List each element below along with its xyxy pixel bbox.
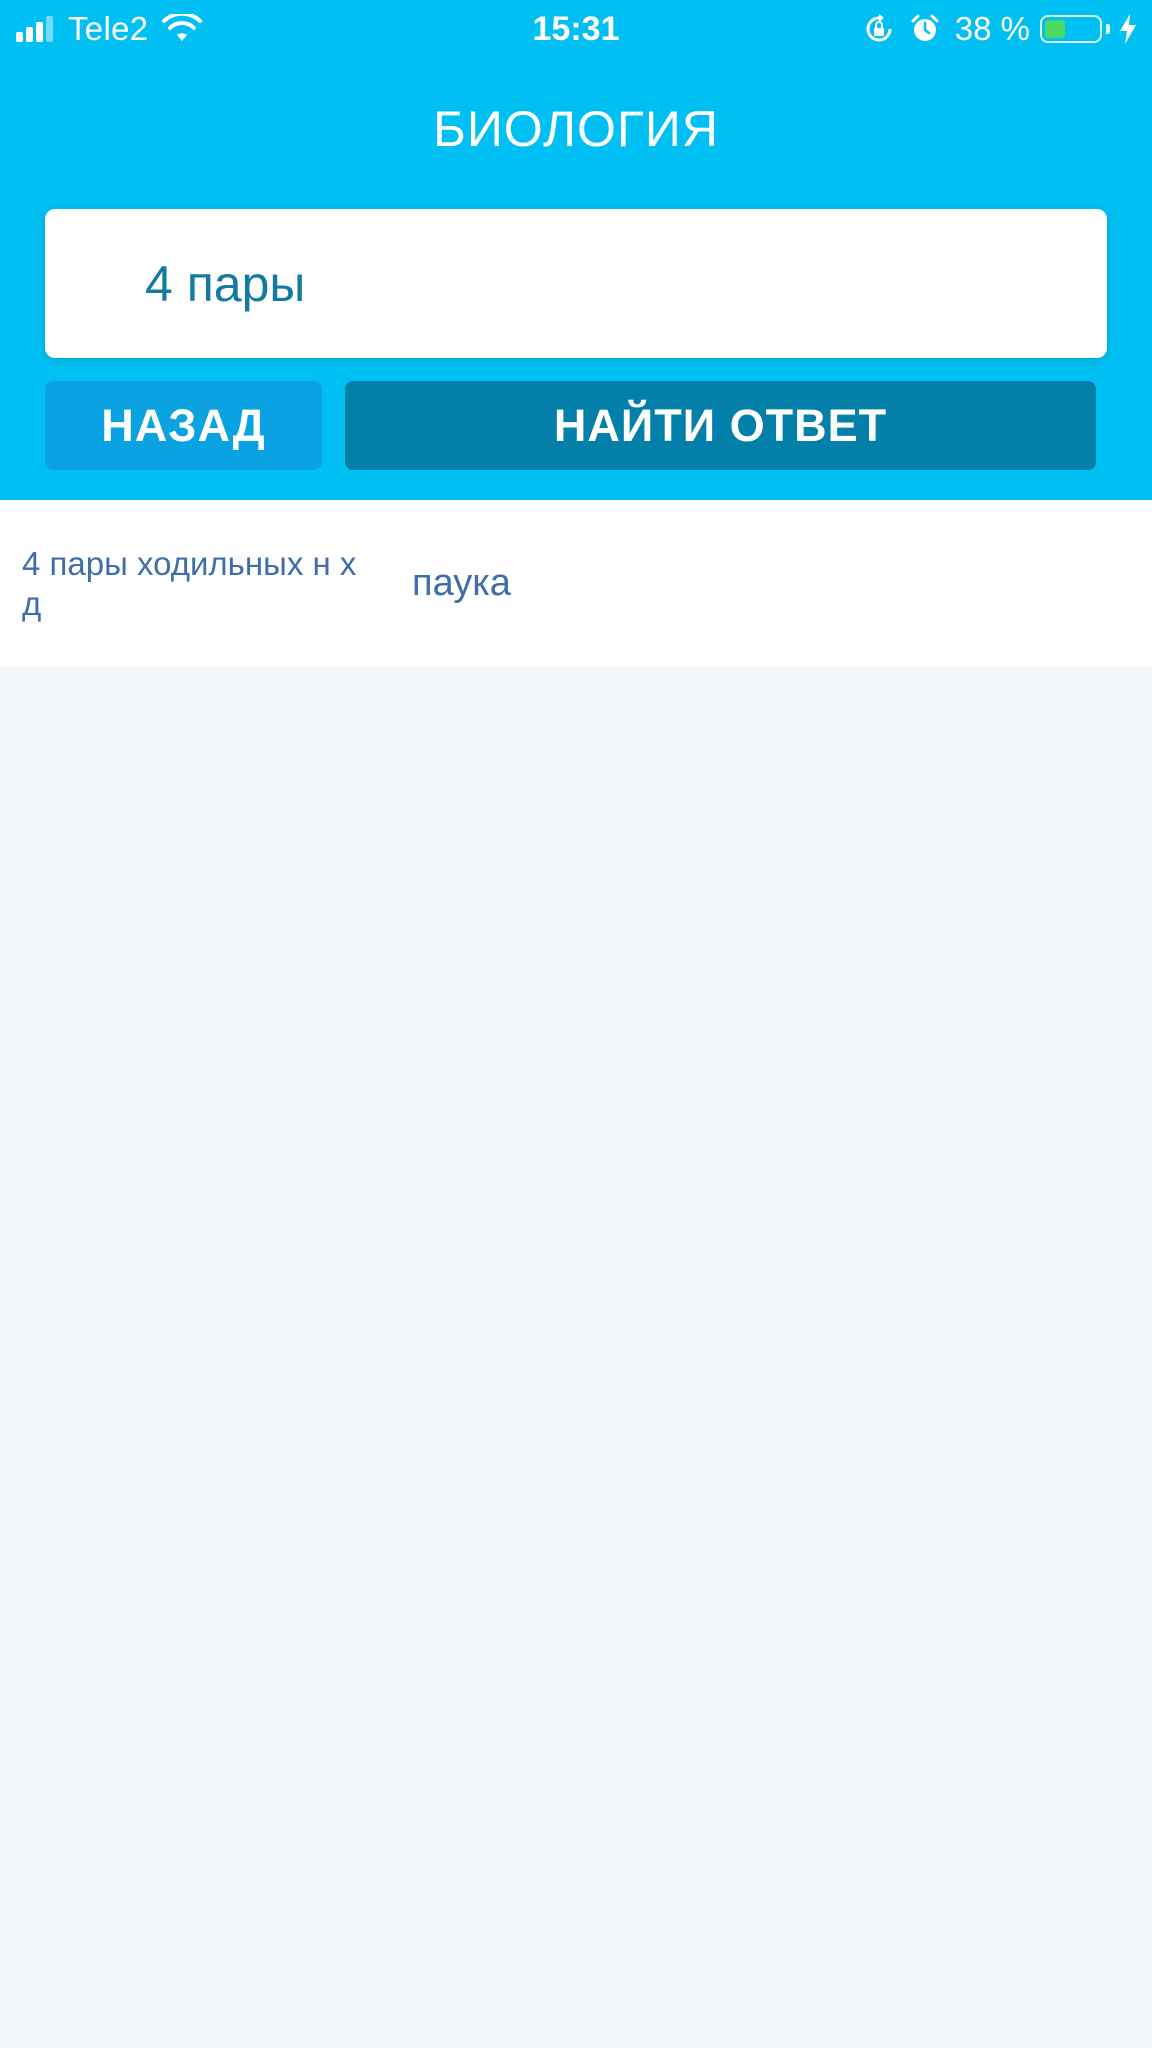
search-input[interactable] [145,254,1045,313]
battery-level-fill [1045,20,1065,38]
status-bar: Tele2 15:31 38 % [0,0,1152,58]
alarm-icon [911,14,939,41]
search-box[interactable] [45,209,1107,358]
status-bar-right: 38 % [863,10,1138,48]
result-question: 4 пары ходильных н х д [22,545,357,622]
rotation-lock-icon [866,14,892,42]
battery-tip [1106,24,1110,34]
battery-percent: 38 % [954,10,1030,47]
app-header: Tele2 15:31 38 % БИОЛОГИЯ 4 пары НАЗАД Н… [0,0,1152,500]
result-answer: паука [412,562,511,604]
find-answer-button[interactable]: НАЙТИ ОТВЕТ [345,381,1096,470]
page-title: БИОЛОГИЯ [433,101,719,157]
results-list: 4 пары ходильных н х д паука [0,500,1152,667]
charging-bolt-icon [1120,14,1136,44]
battery-icon [1040,15,1102,43]
back-button[interactable]: НАЗАД [45,381,322,470]
